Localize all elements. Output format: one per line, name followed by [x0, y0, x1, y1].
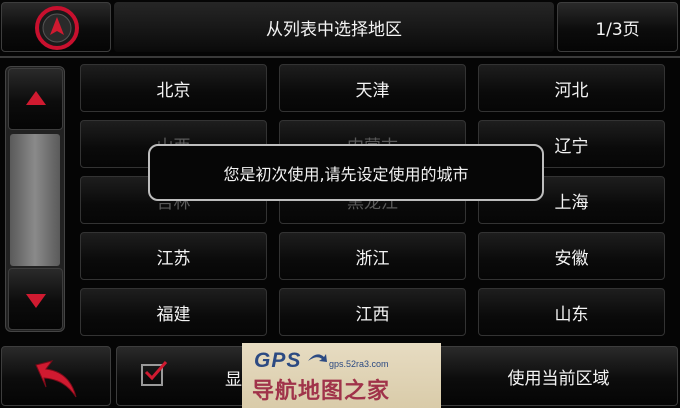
region-label: 山东: [554, 304, 589, 325]
header-divider: [0, 56, 680, 58]
compass-icon: [35, 6, 79, 50]
region-button[interactable]: 浙江: [279, 232, 466, 280]
use-current-area-label: 使用当前区域: [507, 368, 610, 389]
display-label: 显: [225, 369, 242, 390]
region-button[interactable]: 江西: [279, 288, 466, 336]
dialog-message: 您是初次使用,请先设定使用的城市: [223, 164, 469, 184]
region-button[interactable]: 安徽: [478, 232, 665, 280]
region-label: 浙江: [355, 248, 390, 269]
region-label: 江苏: [156, 248, 191, 269]
region-label: 天津: [355, 80, 390, 101]
checkmark-icon: [144, 361, 168, 381]
region-button[interactable]: 福建: [80, 288, 267, 336]
region-label: 安徽: [554, 248, 589, 269]
page-indicator: 1/3页: [557, 2, 678, 52]
title-bar: 从列表中选择地区: [114, 2, 554, 52]
region-button[interactable]: 山东: [478, 288, 665, 336]
region-button[interactable]: 江苏: [80, 232, 267, 280]
region-label: 河北: [554, 80, 589, 101]
region-button[interactable]: 河北: [478, 64, 665, 112]
arrow-down-icon: [26, 294, 46, 308]
watermark-name: 导航地图之家: [252, 379, 391, 404]
back-button[interactable]: [1, 346, 111, 406]
display-checkbox[interactable]: [141, 361, 168, 386]
home-button[interactable]: [1, 2, 111, 52]
page-indicator-label: 1/3页: [595, 19, 640, 40]
scroll-up-button[interactable]: [8, 68, 63, 130]
scroll-down-button[interactable]: [8, 268, 63, 330]
back-arrow-icon: [35, 360, 77, 398]
watermark-brand: GPS: [254, 349, 302, 372]
region-label: 福建: [156, 304, 191, 325]
page-title: 从列表中选择地区: [266, 19, 402, 40]
first-use-dialog: 您是初次使用,请先设定使用的城市: [148, 144, 544, 201]
use-current-area-button[interactable]: 使用当前区域: [440, 346, 678, 406]
region-button[interactable]: 北京: [80, 64, 267, 112]
scrollbar-track[interactable]: [10, 134, 60, 266]
arrow-up-icon: [26, 91, 46, 105]
region-label: 江西: [355, 304, 390, 325]
watermark-arrow-icon: [308, 354, 327, 362]
watermark-url: gps.52ra3.com: [329, 359, 389, 369]
watermark: GPS gps.52ra3.com 导航地图之家: [242, 343, 441, 408]
region-label: 北京: [156, 80, 191, 101]
region-button[interactable]: 天津: [279, 64, 466, 112]
